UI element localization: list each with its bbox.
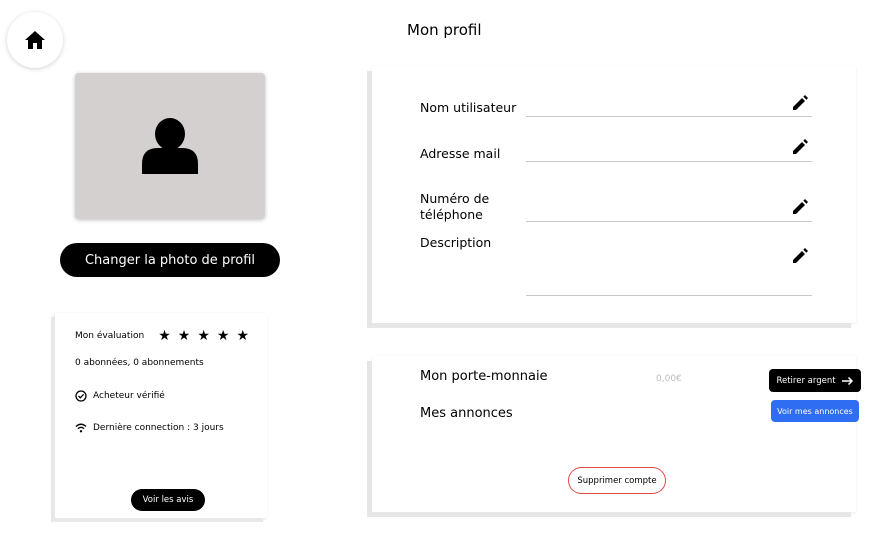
username-label: Nom utilisateur (420, 100, 517, 115)
phone-field[interactable] (526, 221, 812, 222)
wallet-amount: 0,00€ (656, 374, 682, 384)
edit-phone-icon[interactable] (790, 197, 810, 217)
rating-label: Mon évaluation (75, 331, 145, 341)
change-photo-button[interactable]: Changer la photo de profil (60, 243, 280, 277)
wallet-label: Mon porte-monnaie (420, 369, 548, 384)
home-icon (25, 31, 45, 49)
wallet-card: Mon porte-monnaie 0,00€ Retirer argent M… (372, 356, 861, 512)
rating-row: Mon évaluation ★ ★ ★ ★ ★ (75, 329, 249, 343)
star-icon: ★ (158, 328, 171, 344)
phone-label: Numéro de téléphone (420, 191, 490, 222)
wifi-icon (75, 423, 87, 433)
email-label: Adresse mail (420, 146, 501, 161)
email-field[interactable] (526, 161, 812, 162)
followers-count: 0 abonnées, 0 abonnements (75, 358, 204, 368)
star-icon: ★ (177, 328, 191, 344)
check-circle-icon (75, 390, 87, 402)
my-ads-label: Mes annonces (420, 406, 513, 421)
verified-label: Acheteur vérifié (93, 391, 165, 401)
delete-account-button[interactable]: Supprimer compte (568, 467, 666, 494)
view-ads-button[interactable]: Voir mes annonces (771, 400, 859, 422)
edit-email-icon[interactable] (790, 137, 810, 157)
user-silhouette-icon (142, 118, 198, 174)
stats-card: Mon évaluation ★ ★ ★ ★ ★ 0 abonnées, 0 a… (55, 313, 267, 518)
verified-row: Acheteur vérifié (75, 390, 165, 402)
profile-photo (75, 73, 265, 219)
description-field[interactable] (526, 295, 812, 296)
page-title: Mon profil (407, 21, 482, 39)
followers-text: 0 abonnées, 0 abonnements (75, 358, 204, 368)
edit-description-icon[interactable] (790, 246, 810, 266)
description-label: Description (420, 235, 492, 250)
star-icon: ★ (236, 328, 249, 344)
home-button[interactable] (7, 12, 63, 68)
last-connection-label: Dernière connection : 3 jours (93, 423, 224, 433)
edit-username-icon[interactable] (790, 93, 810, 113)
withdraw-label: Retirer argent (776, 375, 836, 386)
star-icon: ★ (197, 328, 210, 344)
last-connection-row: Dernière connection : 3 jours (75, 423, 224, 433)
username-field[interactable] (526, 116, 812, 117)
star-icon: ★ (216, 328, 230, 344)
withdraw-button[interactable]: Retirer argent (769, 369, 861, 392)
view-reviews-button[interactable]: Voir les avis (131, 489, 205, 511)
arrow-right-icon (841, 376, 853, 385)
profile-info-card: Nom utilisateur Adresse mail Numéro de t… (372, 66, 856, 323)
rating-stars: ★ ★ ★ ★ ★ (158, 329, 249, 343)
